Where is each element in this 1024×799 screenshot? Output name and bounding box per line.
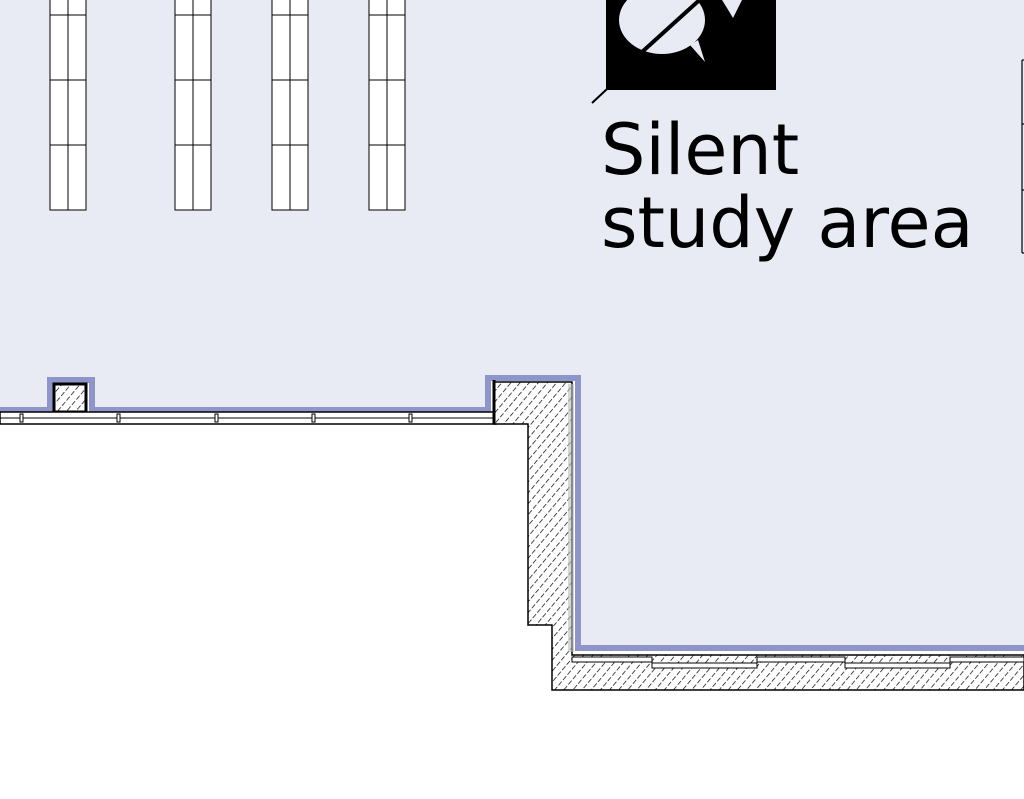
bookshelf[interactable] [49,0,87,211]
bookshelf[interactable] [174,0,212,211]
floor-plan-map: Silent study area [0,0,1024,799]
silent-study-room[interactable] [0,0,1024,648]
floor-plan-drawing [0,0,1024,691]
bookshelf[interactable] [271,0,309,211]
area-label-line2: study area [601,182,974,264]
area-label-line1: Silent [601,109,800,191]
window-wall [0,411,497,425]
no-talking-icon [591,0,776,104]
pillar [52,382,88,414]
bookshelf[interactable] [368,0,406,211]
